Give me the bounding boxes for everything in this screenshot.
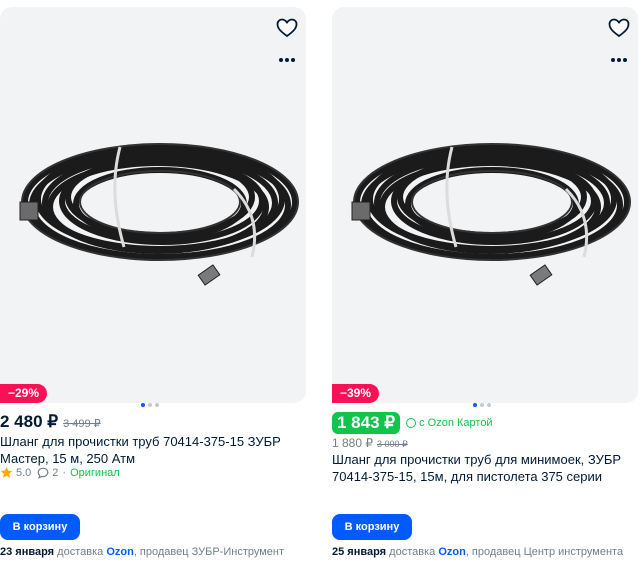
reviews-count: 2 [52, 466, 59, 479]
delivery-info: 23 января доставка Ozon, продавец ЗУБР-И… [0, 546, 284, 558]
price: 1 880 ₽ [332, 436, 373, 450]
product-title[interactable]: Шланг для прочистки труб для минимоек, З… [332, 451, 638, 485]
old-price: 3 000 ₽ [377, 439, 408, 449]
original-label: Оригинал [70, 466, 120, 479]
discount-badge: −39% [332, 384, 380, 403]
card-price-row: 1 843 ₽ с Ozon Картой [332, 412, 493, 434]
delivery-text: доставка [57, 546, 104, 558]
ozon-card-label: с Ozon Картой [419, 417, 493, 429]
favorite-button[interactable] [606, 15, 632, 41]
price-row: 2 480 ₽ 3 499 ₽ [0, 412, 101, 432]
product-card-1[interactable]: −29% 2 480 ₽ 3 499 ₽ Шланг для прочистки… [0, 0, 306, 576]
product-image[interactable] [332, 7, 638, 403]
seller-text[interactable]: , продавец Центр инструмента [466, 546, 623, 558]
delivery-brand[interactable]: Ozon [106, 546, 134, 558]
ozon-card-label-wrap: с Ozon Картой [406, 417, 493, 429]
add-to-cart-button[interactable]: В корзину [0, 514, 80, 540]
add-to-cart-button[interactable]: В корзину [332, 514, 412, 540]
rating-value: 5.0 [16, 466, 32, 479]
delivery-text: доставка [389, 546, 436, 558]
delivery-date: 25 января [332, 546, 387, 558]
product-image[interactable] [0, 7, 306, 403]
heart-icon [608, 18, 630, 38]
hose-image [351, 143, 631, 286]
ozon-card-price: 1 843 ₽ [332, 412, 401, 434]
product-title[interactable]: Шланг для прочистки труб 70414-375-15 ЗУ… [0, 433, 306, 467]
image-pagination[interactable] [141, 403, 159, 409]
favorite-button[interactable] [274, 15, 300, 41]
star-icon [0, 466, 13, 478]
heart-icon [276, 18, 298, 38]
hose-image [19, 143, 299, 286]
seller-text[interactable]: , продавец ЗУБР-Инструмент [134, 546, 284, 558]
more-icon[interactable] [276, 53, 298, 67]
ozon-card-check-icon [406, 418, 417, 428]
separator-dot: · [62, 466, 67, 479]
price-row: 1 880 ₽ 3 000 ₽ [332, 436, 408, 450]
delivery-info: 25 января доставка Ozon, продавец Центр … [332, 546, 623, 558]
delivery-brand[interactable]: Ozon [438, 546, 466, 558]
comment-icon [37, 467, 49, 479]
price: 2 480 ₽ [0, 412, 59, 431]
discount-badge: −29% [0, 384, 48, 403]
rating-row: 5.0 2 · Оригинал [0, 466, 120, 479]
more-icon[interactable] [608, 53, 630, 67]
old-price: 3 499 ₽ [63, 418, 101, 430]
product-card-2[interactable]: −39% 1 843 ₽ с Ozon Картой 1 880 ₽ 3 000… [332, 0, 638, 576]
delivery-date: 23 января [0, 546, 55, 558]
image-pagination[interactable] [473, 403, 491, 409]
